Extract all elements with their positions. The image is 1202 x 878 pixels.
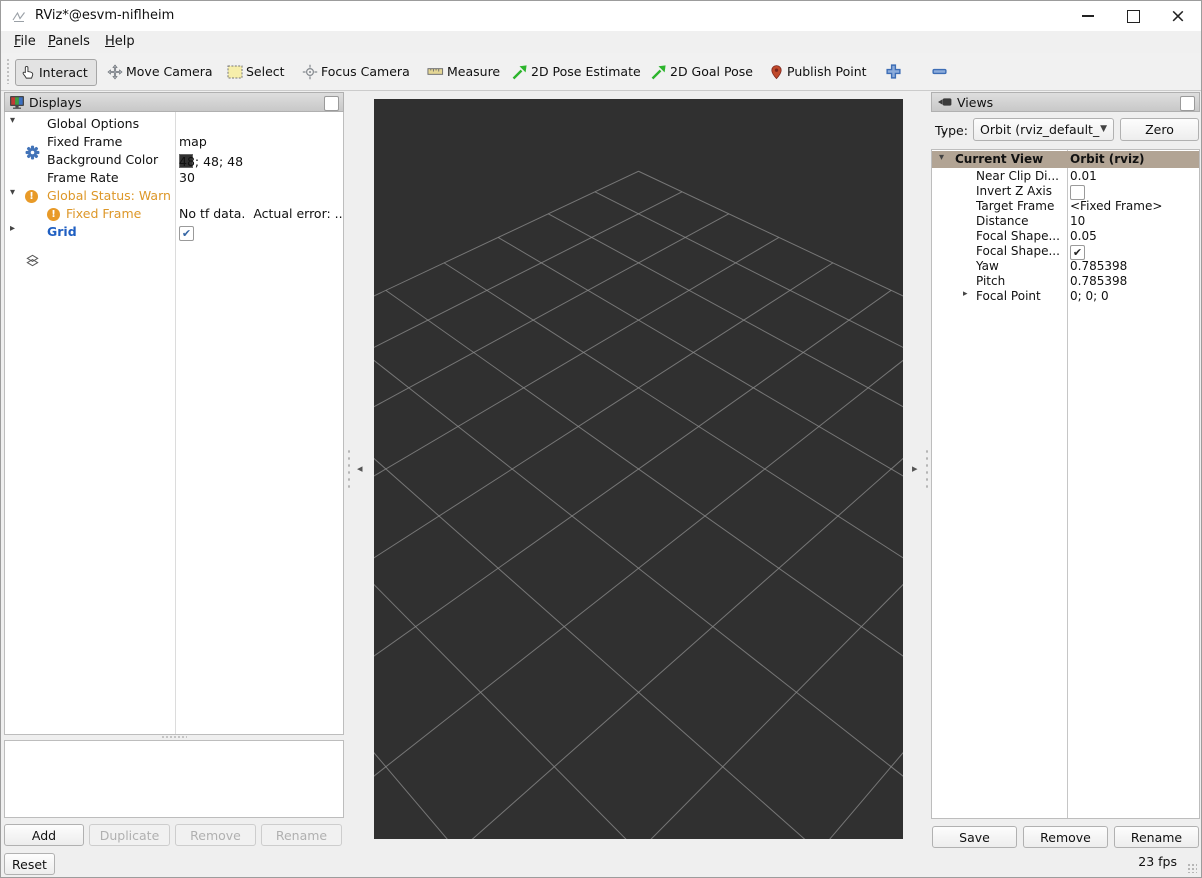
- minimize-button[interactable]: [1068, 1, 1108, 31]
- tool-focus-camera[interactable]: Focus Camera: [302, 59, 410, 84]
- maximize-button[interactable]: [1113, 1, 1153, 31]
- displays-tree: ▾ Global Options Fixed Frame map Backgro…: [4, 112, 344, 735]
- menubar: File Panels Help: [1, 31, 1201, 53]
- views-float-checkbox[interactable]: [1180, 96, 1195, 111]
- tree-row-background-color[interactable]: Background Color 48; 48; 48: [5, 150, 343, 169]
- tree-row-frame-rate[interactable]: Frame Rate 30: [5, 168, 343, 186]
- focus-crosshair-icon: [302, 64, 318, 79]
- green-arrow-icon: [651, 64, 666, 79]
- tree-row-invert-z[interactable]: Invert Z Axis: [932, 183, 1199, 200]
- expanded-arrow-icon[interactable]: ▾: [10, 115, 15, 126]
- gear-icon: [25, 115, 40, 160]
- rename-view-button[interactable]: Rename: [1114, 826, 1199, 848]
- tree-row-current-view[interactable]: ▾ Current View Orbit (rviz): [932, 151, 1199, 168]
- toolbar: Interact Move Camera Select Focus Camera: [1, 53, 1201, 138]
- ruler-icon: [427, 68, 444, 75]
- remove-display-button[interactable]: Remove: [175, 824, 256, 846]
- tool-measure[interactable]: Measure: [427, 59, 500, 84]
- tree-row-focal-point[interactable]: ▸ Focal Point 0; 0; 0: [932, 288, 1199, 303]
- right-splitter[interactable]: [925, 448, 929, 492]
- description-box: [4, 740, 344, 818]
- tree-row-pitch[interactable]: Pitch 0.785398: [932, 273, 1199, 288]
- displays-panel: Displays ▾ Global Options Fixed Frame ma…: [4, 92, 344, 735]
- tree-row-distance[interactable]: Distance 10: [932, 213, 1199, 228]
- tool-interact[interactable]: Interact: [15, 59, 97, 86]
- tool-select[interactable]: Select: [227, 59, 285, 84]
- tree-row-yaw[interactable]: Yaw 0.785398: [932, 258, 1199, 273]
- plus-icon: [886, 64, 901, 79]
- remove-view-button[interactable]: Remove: [1023, 826, 1108, 848]
- displays-icon: [10, 96, 24, 109]
- menu-help[interactable]: Help: [101, 33, 139, 53]
- fps-counter: 23 fps: [1138, 854, 1177, 869]
- rviz-app-icon: [12, 11, 25, 23]
- views-panel: Views Type: Orbit (rviz_default_ ▼ Zero …: [931, 92, 1200, 819]
- toolbar-drag-handle[interactable]: [6, 58, 11, 84]
- map-pin-icon: [771, 64, 782, 79]
- add-tool-button[interactable]: [885, 59, 902, 84]
- displays-float-checkbox[interactable]: [324, 96, 339, 111]
- tool-move-camera[interactable]: Move Camera: [107, 59, 213, 84]
- move-camera-icon: [107, 63, 123, 80]
- grid-icon: [25, 223, 40, 267]
- warning-icon: !: [25, 188, 40, 203]
- rename-display-button[interactable]: Rename: [261, 824, 342, 846]
- close-button[interactable]: ×: [1158, 1, 1198, 31]
- horizontal-splitter[interactable]: [161, 735, 187, 739]
- select-box-icon: [227, 65, 243, 78]
- reset-button[interactable]: Reset: [4, 853, 55, 875]
- displays-panel-title: Displays: [29, 94, 82, 110]
- tool-publish-point[interactable]: Publish Point: [769, 59, 867, 84]
- left-splitter[interactable]: [347, 448, 351, 492]
- views-camera-icon: [938, 98, 952, 106]
- chevron-down-icon: ▼: [1100, 124, 1107, 134]
- duplicate-display-button[interactable]: Duplicate: [89, 824, 170, 846]
- tree-row-global-status[interactable]: ▾ ! Global Status: Warn: [5, 186, 343, 204]
- resize-grip[interactable]: [1187, 863, 1197, 873]
- titlebar[interactable]: RViz*@esvm-niflheim ×: [1, 1, 1201, 32]
- tf-error-value: No tf data. Actual error: ...: [179, 206, 342, 221]
- warning-icon: !: [47, 206, 62, 221]
- tree-row-target-frame[interactable]: Target Frame <Fixed Frame>: [932, 198, 1199, 213]
- add-display-button[interactable]: Add: [4, 824, 84, 846]
- tree-row-fixed-frame[interactable]: Fixed Frame map: [5, 132, 343, 150]
- expanded-arrow-icon[interactable]: ▾: [10, 187, 15, 198]
- remove-tool-button[interactable]: [931, 59, 948, 84]
- type-label: Type:: [935, 123, 968, 138]
- tree-row-focal-shape-size[interactable]: Focal Shape... 0.05: [932, 228, 1199, 243]
- tree-row-global-options[interactable]: ▾ Global Options: [5, 114, 343, 160]
- 3d-viewport[interactable]: [374, 99, 903, 839]
- window-title: RViz*@esvm-niflheim: [35, 8, 175, 23]
- collapse-right-panel-arrow[interactable]: ▸: [912, 462, 918, 475]
- collapsed-arrow-icon[interactable]: ▸: [963, 289, 968, 299]
- views-tree: ▾ Current View Orbit (rviz) Near Clip Di…: [931, 149, 1200, 819]
- frame-rate-value[interactable]: 30: [179, 170, 195, 185]
- tree-row-focal-shape-fixed[interactable]: Focal Shape... ✔: [932, 243, 1199, 260]
- tree-row-near-clip[interactable]: Near Clip Di... 0.01: [932, 168, 1199, 183]
- green-arrow-icon: [512, 64, 527, 79]
- rviz-window: RViz*@esvm-niflheim × File Panels Help I…: [0, 0, 1202, 878]
- menu-file[interactable]: File: [10, 33, 40, 53]
- tree-row-grid[interactable]: ▸ Grid ✔: [5, 222, 343, 267]
- tree-row-fixed-frame-status[interactable]: ! Fixed Frame No tf data. Actual error: …: [5, 204, 343, 222]
- minus-icon: [932, 68, 947, 75]
- collapsed-arrow-icon[interactable]: ▸: [10, 223, 15, 234]
- views-panel-header[interactable]: Views: [931, 92, 1200, 112]
- save-view-button[interactable]: Save: [932, 826, 1017, 848]
- fixed-frame-value[interactable]: map: [179, 134, 207, 149]
- zero-button[interactable]: Zero: [1120, 118, 1199, 141]
- collapse-left-panel-arrow[interactable]: ◂: [357, 462, 363, 475]
- tool-2d-goal-pose[interactable]: 2D Goal Pose: [651, 59, 753, 84]
- expanded-arrow-icon[interactable]: ▾: [939, 152, 944, 163]
- menu-panels[interactable]: Panels: [44, 33, 94, 53]
- view-type-dropdown[interactable]: Orbit (rviz_default_ ▼: [973, 118, 1114, 141]
- displays-panel-header[interactable]: Displays: [4, 92, 344, 112]
- views-panel-title: Views: [957, 94, 994, 110]
- tool-2d-pose-estimate[interactable]: 2D Pose Estimate: [512, 59, 641, 84]
- hand-icon: [22, 65, 34, 79]
